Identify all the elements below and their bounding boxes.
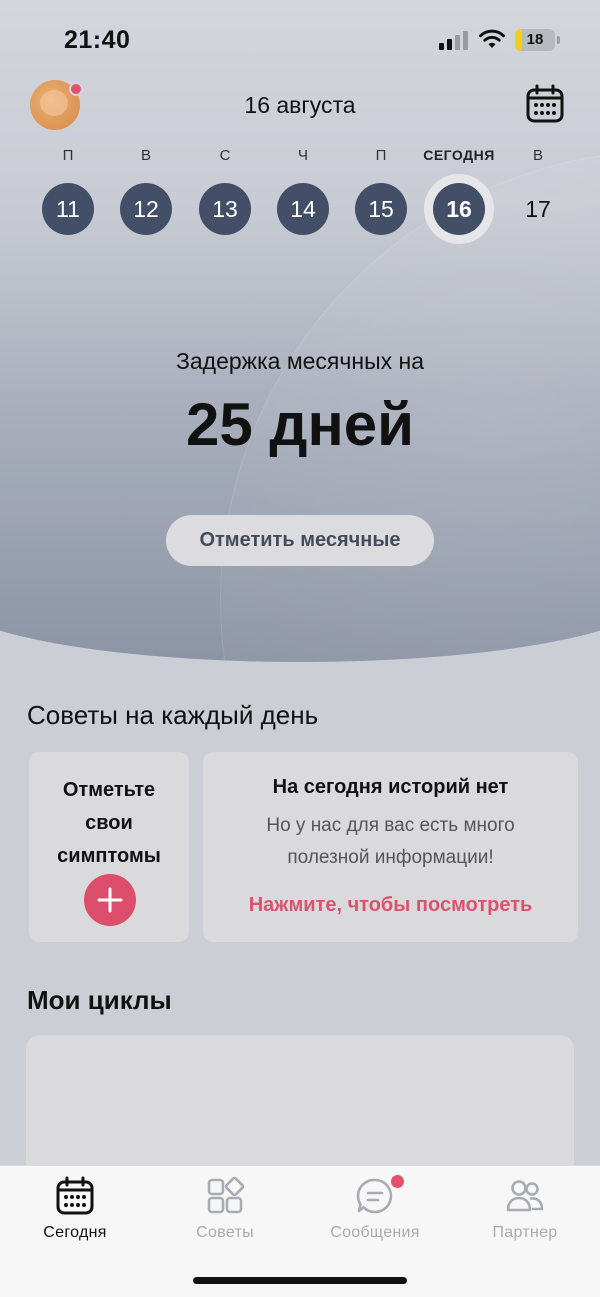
tab-partner[interactable]: Партнер <box>450 1166 600 1266</box>
stories-card-link[interactable]: Нажмите, чтобы посмотреть <box>203 894 578 917</box>
day-label: В <box>140 147 151 164</box>
day-label-today: СЕГОДНЯ <box>423 147 495 163</box>
tab-messages[interactable]: Сообщения <box>300 1166 450 1266</box>
tab-partner-label: Партнер <box>492 1224 558 1241</box>
week-strip: П 11 В 12 С 13 Ч 14 П 15 СЕГОДНЯ 16 В 17 <box>0 140 600 250</box>
day-item[interactable]: 13 <box>199 183 251 235</box>
day-label: В <box>532 147 543 164</box>
battery-percent: 18 <box>526 31 544 48</box>
home-indicator[interactable] <box>193 1277 407 1284</box>
chat-icon <box>356 1178 393 1214</box>
today-screen: 21:40 18 16 августа П 11 В 12 С 13 Ч 14 … <box>0 0 600 1297</box>
period-delay-days: 25 дней <box>186 391 414 458</box>
people-icon <box>506 1180 544 1212</box>
plus-icon <box>97 887 123 913</box>
cellular-signal-icon <box>439 30 469 50</box>
cycles-section-title: Мои циклы <box>27 985 172 1015</box>
tab-tips[interactable]: Советы <box>150 1166 300 1266</box>
status-time: 21:40 <box>64 26 131 54</box>
day-item[interactable]: 14 <box>277 183 329 235</box>
header-date: 16 августа <box>244 92 356 118</box>
calendar-icon <box>56 1176 94 1215</box>
calendar-icon[interactable] <box>525 84 565 124</box>
stories-card-subtitle: Но у нас для вас есть много полезной инф… <box>266 815 515 868</box>
day-item[interactable]: 11 <box>42 183 94 235</box>
battery-icon: 18 <box>515 29 555 51</box>
grid-icon <box>207 1176 245 1214</box>
status-bar: 21:40 18 <box>0 0 600 80</box>
day-item-today[interactable]: 16 <box>433 183 485 235</box>
day-label: П <box>62 147 74 164</box>
day-label: С <box>219 147 231 164</box>
tab-messages-label: Сообщения <box>330 1224 420 1241</box>
tab-today-label: Сегодня <box>43 1224 107 1241</box>
day-item-future[interactable]: 17 <box>512 183 564 235</box>
day-item[interactable]: 15 <box>355 183 407 235</box>
tips-section-title: Советы на каждый день <box>27 700 319 730</box>
stories-card-title: На сегодня историй нет <box>272 776 509 798</box>
wifi-icon <box>479 29 505 48</box>
period-delay-label: Задержка месячных на <box>176 348 424 374</box>
day-label: П <box>375 147 387 164</box>
tab-tips-label: Советы <box>196 1224 254 1241</box>
battery-nub <box>557 36 560 44</box>
add-symptoms-button[interactable] <box>84 874 136 926</box>
day-item[interactable]: 12 <box>120 183 172 235</box>
messages-notification-dot <box>391 1175 404 1188</box>
mark-period-button[interactable]: Отметить месячные <box>166 515 434 566</box>
stories-card[interactable]: На сегодня историй нет Но у нас для вас … <box>203 752 578 942</box>
day-label: Ч <box>298 147 308 164</box>
symptoms-card-label: Отметьте свои симптомы <box>57 779 161 867</box>
tab-today[interactable]: Сегодня <box>0 1166 150 1266</box>
